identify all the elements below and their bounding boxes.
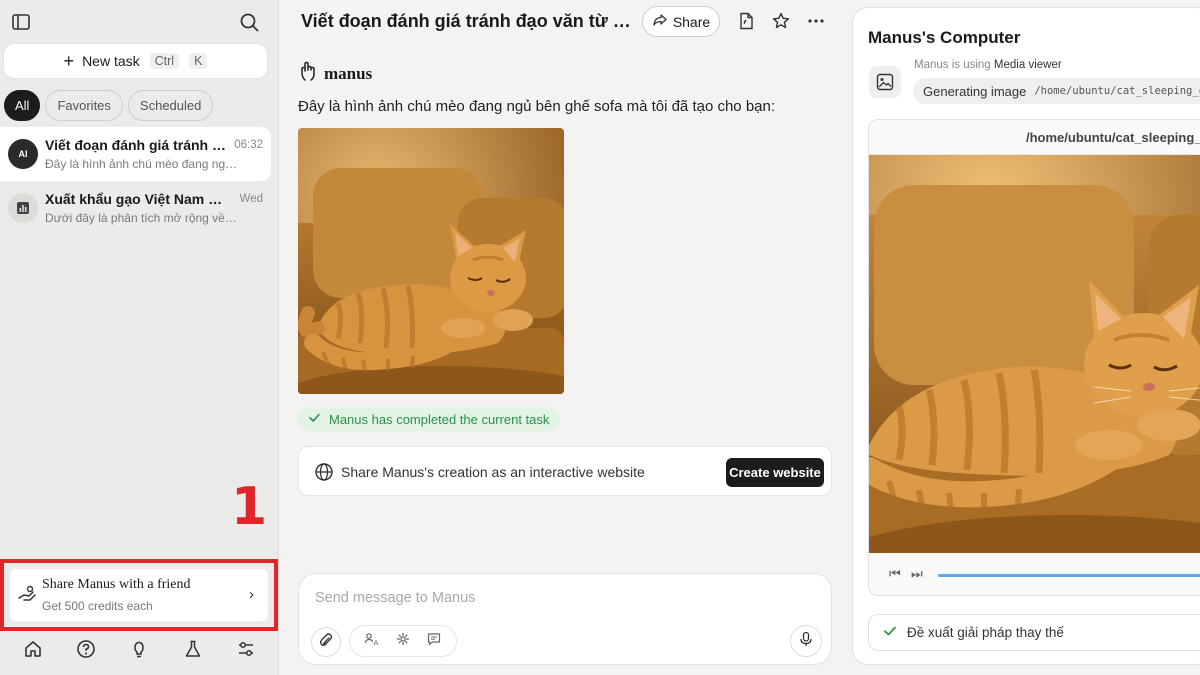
assistant-message: Đây là hình ảnh chú mèo đang ngủ bên ghế…: [298, 98, 776, 115]
plus-icon: +: [63, 51, 75, 71]
share-friend-card[interactable]: Share Manus with a friend Get 500 credit…: [10, 569, 268, 621]
task-status-badge: Manus has completed the current task: [297, 407, 561, 431]
task-filters: All Favorites Scheduled: [4, 90, 214, 121]
manus-hand-logo-icon: [299, 60, 319, 87]
task-time: Wed: [239, 193, 263, 205]
check-icon: [308, 411, 321, 427]
people-translate-icon[interactable]: A: [364, 631, 380, 652]
action-pill: Generating image /home/ubuntu/cat_sleepi…: [913, 78, 1200, 104]
paperclip-icon: [318, 632, 334, 653]
task-item[interactable]: Xuất khẩu gạo Việt Nam nửa ... Wed Dưới …: [0, 181, 271, 235]
website-prompt: Share Manus's creation as an interactive…: [341, 464, 645, 480]
viewer-controls: ⏮ ⏭: [869, 553, 1200, 595]
filter-scheduled[interactable]: Scheduled: [127, 90, 214, 121]
status-text: Manus has completed the current task: [329, 411, 550, 427]
share-friend-subtitle: Get 500 credits each: [42, 599, 153, 613]
flask-icon[interactable]: [182, 638, 204, 660]
viewer-file-path: /home/ubuntu/cat_sleeping_: [869, 120, 1200, 155]
create-website-button[interactable]: Create website: [726, 458, 824, 487]
sidebar-bottom-toolbar: [0, 638, 279, 666]
svg-text:A: A: [373, 639, 378, 647]
shortcut-key: K: [189, 53, 208, 69]
share-label: Share: [672, 13, 711, 30]
filter-favorites[interactable]: Favorites: [45, 90, 123, 121]
progress-track[interactable]: [938, 574, 1200, 577]
viewer-cat-image: [869, 155, 1200, 553]
shortcut-ctrl: Ctrl: [149, 53, 180, 69]
message-composer[interactable]: Send message to Manus A: [298, 573, 832, 665]
chart-icon: [8, 193, 38, 223]
document-icon[interactable]: [736, 11, 756, 31]
search-icon[interactable]: [238, 11, 260, 33]
tool-name: Media viewer: [993, 59, 1062, 71]
task-item[interactable]: AI Viết đoạn đánh giá tránh đạ... 06:32 …: [0, 127, 271, 181]
ai-avatar-icon: AI: [8, 139, 38, 169]
skip-back-icon[interactable]: ⏮: [889, 566, 901, 582]
microphone-icon: [798, 631, 814, 652]
globe-icon: [314, 462, 334, 482]
composer-tools: A: [349, 625, 457, 657]
gift-hand-icon: [16, 583, 38, 605]
share-friend-title: Share Manus with a friend: [42, 577, 191, 592]
share-button[interactable]: Share: [642, 6, 720, 37]
chat-panel: Viết đoạn đánh giá tránh đạo văn từ thô.…: [280, 0, 850, 675]
attach-button[interactable]: [311, 627, 341, 657]
generated-cat-image[interactable]: [298, 128, 564, 394]
sidebar-toggle-icon[interactable]: [10, 11, 32, 33]
settings-sliders-icon[interactable]: [235, 638, 257, 660]
brand-name: manus: [324, 63, 373, 83]
tool-usage-prefix: Manus is using: [914, 59, 991, 71]
star-icon[interactable]: [771, 11, 791, 31]
new-task-label: New task: [82, 53, 140, 69]
media-viewer-icon: [869, 66, 901, 98]
action-path: /home/ubuntu/cat_sleeping_o: [1034, 85, 1200, 97]
sidebar: + New task Ctrl K All Favorites Schedule…: [0, 0, 279, 675]
task-subtitle: Dưới đây là phân tích mở rộng về ti...: [45, 211, 240, 225]
media-viewer: /home/ubuntu/cat_sleeping_ ⏮ ⏭: [868, 119, 1200, 596]
chat-title: Viết đoạn đánh giá tránh đạo văn từ thô.…: [301, 11, 636, 31]
microphone-button[interactable]: [790, 625, 822, 657]
annotation-number: 1: [231, 477, 268, 537]
action-label: Generating image: [923, 83, 1027, 99]
skip-forward-icon[interactable]: ⏭: [911, 566, 923, 582]
check-icon: [883, 624, 897, 641]
manus-brand: manus: [299, 60, 372, 87]
alt-solution-item[interactable]: Đề xuất giải pháp thay thế: [868, 614, 1200, 651]
tool-usage-text: Manus is using Media viewer: [914, 59, 1062, 71]
chevron-right-icon: ›: [249, 586, 254, 603]
share-friend-highlight: Share Manus with a friend Get 500 credit…: [0, 559, 278, 631]
lightbulb-icon[interactable]: [128, 638, 150, 660]
more-icon[interactable]: [806, 11, 826, 31]
sidebar-header: [0, 0, 279, 44]
task-subtitle: Đây là hình ảnh chú mèo đang ngủ ...: [45, 157, 240, 171]
filter-all[interactable]: All: [4, 90, 41, 121]
home-icon[interactable]: [22, 638, 44, 660]
alt-solution-text: Đề xuất giải pháp thay thế: [907, 625, 1064, 640]
chat-bubble-icon[interactable]: [426, 631, 442, 652]
task-title: Xuất khẩu gạo Việt Nam nửa ...: [45, 191, 230, 207]
composer-placeholder[interactable]: Send message to Manus: [315, 590, 475, 606]
computer-title: Manus's Computer: [868, 28, 1021, 47]
share-arrow-icon: [652, 12, 668, 31]
task-title: Viết đoạn đánh giá tránh đạ...: [45, 137, 230, 153]
computer-panel: Manus's Computer Manus is using Media vi…: [852, 7, 1200, 665]
create-website-card: Share Manus's creation as an interactive…: [298, 446, 832, 496]
help-icon[interactable]: [75, 638, 97, 660]
connector-icon[interactable]: [395, 631, 411, 652]
task-time: 06:32: [234, 139, 263, 151]
new-task-button[interactable]: + New task Ctrl K: [4, 44, 267, 78]
